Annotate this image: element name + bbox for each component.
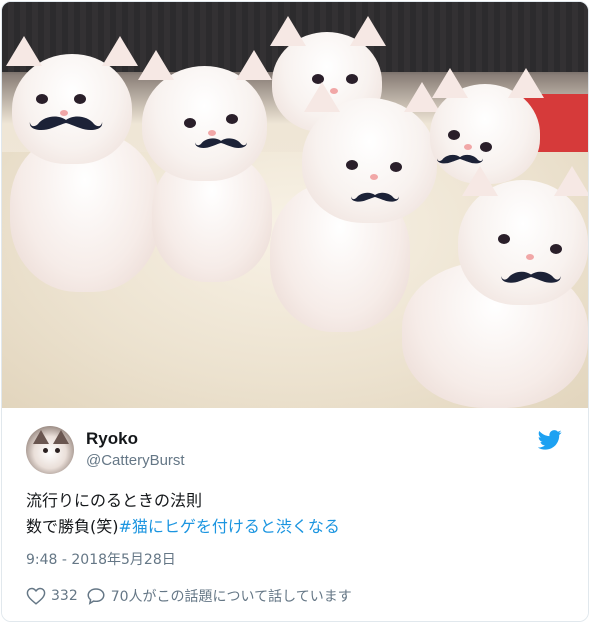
reply-conversation-button[interactable]: 70人がこの話題について話しています: [86, 586, 352, 606]
tweet-text-line-2: 数で勝負(笑)#猫にヒゲを付けると渋くなる: [26, 514, 340, 540]
tweet-body: Ryoko @CatteryBurst 流行りにのるときの法則 数で勝負(笑)#…: [2, 408, 588, 621]
like-button[interactable]: 332: [26, 587, 78, 605]
heart-icon: [26, 587, 46, 605]
user-name[interactable]: Ryoko: [86, 429, 138, 449]
kitten-2: [138, 50, 272, 181]
tweet-actions: 332 70人がこの話題について話しています: [26, 584, 360, 608]
tweet-text: 流行りにのるときの法則 数で勝負(笑)#猫にヒゲを付けると渋くなる: [26, 488, 340, 540]
hashtag-link[interactable]: #猫にヒゲを付けると渋くなる: [119, 517, 340, 536]
tweet-text-prefix: 数で勝負(笑): [26, 517, 119, 536]
conversation-text: 70人がこの話題について話しています: [110, 589, 352, 605]
kitten-6: [458, 166, 588, 305]
mustache-icon: [195, 138, 247, 148]
mustache-icon: [501, 271, 561, 283]
tweet-photo[interactable]: [2, 2, 588, 408]
tweet-timestamp[interactable]: 9:48 - 2018年5月28日: [26, 549, 176, 569]
tweet-text-line-1: 流行りにのるときの法則: [26, 491, 203, 510]
avatar[interactable]: [26, 426, 74, 474]
twitter-bird-icon[interactable]: [538, 430, 562, 450]
embedded-tweet-card: Ryoko @CatteryBurst 流行りにのるときの法則 数で勝負(笑)#…: [1, 1, 589, 622]
mustache-icon: [351, 192, 399, 202]
mustache-icon: [29, 116, 103, 130]
kitten-4: [302, 82, 440, 223]
speech-bubble-icon: [87, 588, 105, 605]
kitten-1: [6, 36, 138, 164]
like-count: 332: [51, 588, 78, 604]
user-handle[interactable]: @CatteryBurst: [86, 452, 185, 469]
